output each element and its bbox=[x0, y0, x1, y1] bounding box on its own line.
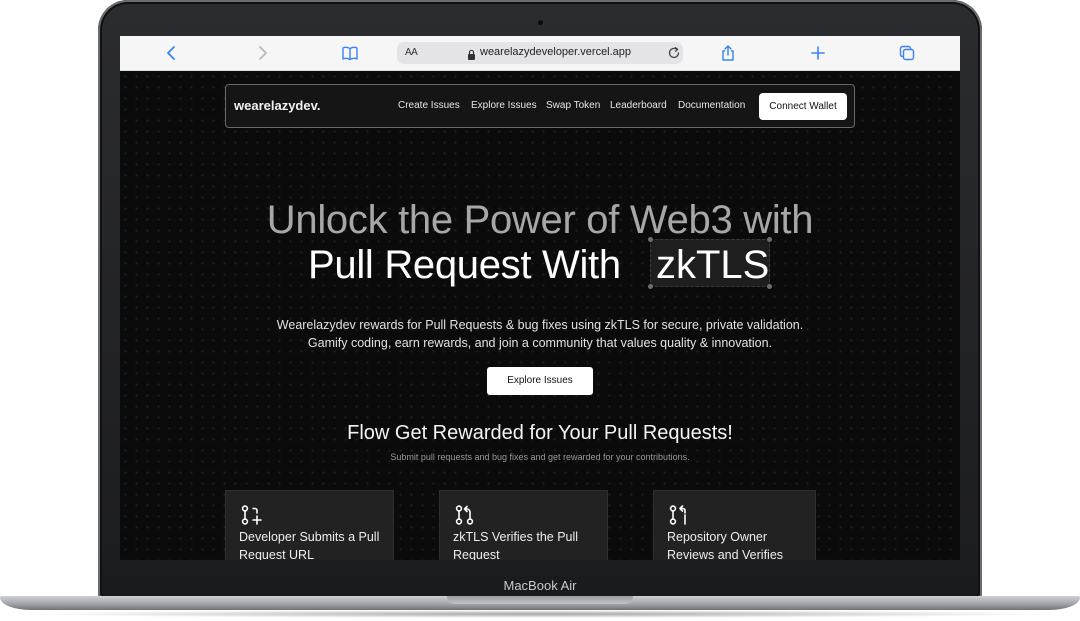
laptop-hinge-notch bbox=[447, 596, 633, 604]
hero-description: Wearelazydev rewards for Pull Requests &… bbox=[120, 316, 960, 352]
back-icon[interactable] bbox=[163, 44, 181, 62]
reload-icon[interactable] bbox=[667, 46, 681, 60]
laptop-shadow bbox=[20, 610, 1060, 618]
text-size-button[interactable]: AA bbox=[405, 47, 418, 58]
connect-wallet-button[interactable]: Connect Wallet bbox=[759, 93, 847, 120]
hero-title-line1: Unlock the Power of Web3 with bbox=[266, 198, 814, 242]
hero-description-line1: Wearelazydev rewards for Pull Requests &… bbox=[276, 318, 804, 332]
lock-icon bbox=[467, 47, 476, 60]
laptop-screen: AA wearelazydeveloper.vercel.app wearela… bbox=[120, 36, 960, 560]
flow-step-card: Developer Submits a Pull Request URL bbox=[225, 490, 394, 560]
flow-section-title: Flow Get Rewarded for Your Pull Requests… bbox=[347, 422, 733, 444]
flow-step-label: Repository Owner Reviews and Verifies bbox=[667, 530, 784, 560]
nav-create-issues[interactable]: Create Issues bbox=[398, 100, 460, 111]
flow-step-label: Developer Submits a Pull Request URL bbox=[239, 530, 380, 560]
nav-documentation[interactable]: Documentation bbox=[678, 100, 745, 111]
macbook-mockup: AA wearelazydeveloper.vercel.app wearela… bbox=[0, 0, 1080, 621]
url-text: wearelazydeveloper.vercel.app bbox=[480, 46, 632, 58]
flow-section-subtitle: Submit pull requests and bug fixes and g… bbox=[390, 452, 690, 462]
hero-description-line2: Gamify coding, earn rewards, and join a … bbox=[307, 336, 773, 350]
flow-step-card: Repository Owner Reviews and Verifies bbox=[653, 490, 816, 560]
browser-toolbar: AA wearelazydeveloper.vercel.app bbox=[120, 36, 960, 71]
hero-title-line2: Pull Request With bbox=[308, 243, 621, 287]
forward-icon[interactable] bbox=[253, 44, 271, 62]
git-pull-request-icon bbox=[240, 504, 262, 526]
site-navbar: wearelazydev. Create Issues Explore Issu… bbox=[225, 84, 855, 128]
nav-explore-issues[interactable]: Explore Issues bbox=[471, 100, 537, 111]
site-logo[interactable]: wearelazydev. bbox=[234, 98, 320, 113]
hero-highlight-text: zkTLS bbox=[656, 243, 770, 287]
flow-step-label: zkTLS Verifies the Pull Request bbox=[453, 530, 579, 560]
webcam bbox=[537, 19, 544, 26]
device-label: MacBook Air bbox=[103, 576, 977, 596]
share-icon[interactable] bbox=[719, 44, 737, 62]
bookmarks-icon[interactable] bbox=[341, 44, 359, 62]
flow-step-card: zkTLS Verifies the Pull Request bbox=[439, 490, 608, 560]
nav-swap-token[interactable]: Swap Token bbox=[546, 100, 600, 111]
git-pull-request-arrow-icon bbox=[668, 504, 690, 526]
explore-issues-button[interactable]: Explore Issues bbox=[487, 367, 593, 395]
address-bar[interactable]: AA wearelazydeveloper.vercel.app bbox=[397, 42, 683, 64]
tabs-icon[interactable] bbox=[898, 44, 916, 62]
nav-leaderboard[interactable]: Leaderboard bbox=[610, 100, 667, 111]
new-tab-icon[interactable] bbox=[809, 44, 827, 62]
git-compare-icon bbox=[454, 504, 476, 526]
web-page: wearelazydev. Create Issues Explore Issu… bbox=[120, 71, 960, 560]
